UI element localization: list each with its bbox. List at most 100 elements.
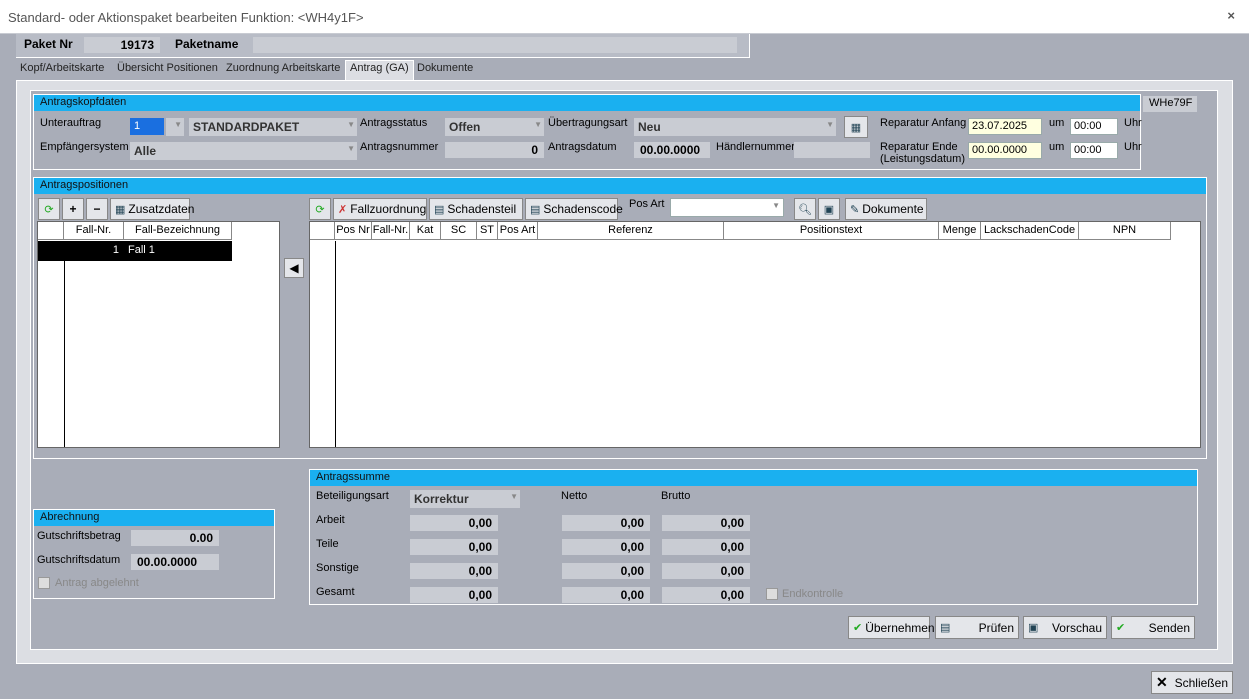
col-pos-nr[interactable]: Pos Nr [335,222,372,240]
arrow-left-icon: ◀ [289,261,299,275]
refresh-positions-button[interactable]: ⟳ [309,198,331,220]
reparatur-ende-input[interactable]: 00.00.0000 [968,142,1042,159]
arbeit-value: 0,00 [410,515,498,531]
antragssumme-title: Antragssumme [310,470,1197,486]
sonstige-label: Sonstige [316,562,359,574]
haendler-value [794,142,870,158]
fall-nr-cell: 1 [112,244,119,256]
reparatur-anfang-label: Reparatur Anfang [880,117,967,129]
col-fall-nr[interactable]: Fall-Nr. [372,222,410,240]
senden-button[interactable]: ✔ Senden [1111,616,1195,639]
paket-nr-label: Paket Nr [24,37,73,51]
reparatur-anfang-input[interactable]: 23.07.2025 [968,118,1042,135]
col-lackschadencode[interactable]: LackschadenCode [981,222,1079,240]
dokumente-button[interactable]: ✎ Dokumente [845,198,927,220]
sonstige-brutto: 0,00 [662,563,750,579]
row-selector[interactable] [38,241,64,261]
beteiligungsart-select[interactable]: Korrektur ▼ [410,490,520,508]
abrechnung-section: Abrechnung Gutschriftsbetrag 0.00 Gutsch… [33,509,275,599]
image-button[interactable]: ▣ [818,198,840,220]
plus-icon: + [69,202,77,216]
antragsnummer-value: 0 [445,142,544,158]
fallzuordnung-button[interactable]: ✗ Fallzuordnung [333,198,427,220]
add-button[interactable]: + [62,198,84,220]
schadenscode-button[interactable]: ▤ Schadenscode [525,198,623,220]
antragskopf-title: Antragskopfdaten [34,95,1140,111]
antragsstatus-label: Antragsstatus [360,117,428,129]
send-icon: ✔ [1116,622,1126,634]
search-button[interactable]: 🔍︎ [794,198,816,220]
table-row[interactable]: 1 Fall 1 [64,241,232,261]
close-icon[interactable]: × [1227,8,1235,23]
chevron-down-icon: ▼ [826,120,834,129]
anfang-time-input[interactable]: 00:00 [1070,118,1118,135]
grid-row-header [38,222,64,240]
abrechnung-title: Abrechnung [34,510,274,526]
grid-icon-button[interactable]: ▦ [844,116,868,138]
col-kat[interactable]: Kat [410,222,441,240]
antrag-abgelehnt-checkbox[interactable] [38,577,50,589]
refresh-button[interactable]: ⟳ [38,198,60,220]
chevron-down-icon: ▼ [347,120,355,129]
col-npn[interactable]: NPN [1079,222,1171,240]
um-label: um [1049,117,1065,129]
antragsstatus-select[interactable]: Offen ▼ [445,118,544,136]
antragsdatum-value: 00.00.0000 [634,142,710,158]
tab-zuordnung[interactable]: Zuordnung Arbeitskarte [226,62,340,74]
close-icon: ✕ [1156,674,1168,690]
vorschau-button[interactable]: ▣ Vorschau [1023,616,1107,639]
arbeit-label: Arbeit [316,514,345,526]
arbeit-netto: 0,00 [562,515,650,531]
col-pos-art[interactable]: Pos Art [498,222,538,240]
check-icon: ✔ [853,622,863,634]
assign-icon: ✗ [338,203,348,216]
tab-dokumente[interactable]: Dokumente [417,62,473,74]
sonstige-value: 0,00 [410,563,498,579]
uebertragungsart-select[interactable]: Neu ▼ [634,118,836,136]
gesamt-label: Gesamt [316,586,355,598]
table-icon: ▦ [115,203,126,216]
tab-antrag[interactable]: Antrag (GA) [345,60,414,80]
move-left-button[interactable]: ◀ [284,258,304,278]
code-label: WHe79F [1143,96,1197,112]
grid-row-header [310,222,335,240]
schadensteil-button[interactable]: ▤ Schadensteil [429,198,523,220]
uhr-label: Uhr [1124,141,1142,153]
ende-time-input[interactable]: 00:00 [1070,142,1118,159]
pos-art-select[interactable]: ▼ [670,198,784,217]
fall-grid[interactable]: Fall-Nr. Fall-Bezeichnung 1 Fall 1 [37,221,280,448]
tab-uebersicht[interactable]: Übersicht Positionen [117,62,218,74]
schliessen-button[interactable]: ✕ Schließen [1151,671,1233,694]
empfaenger-select[interactable]: Alle ▼ [130,142,357,160]
paket-select[interactable]: STANDARDPAKET ▼ [189,118,357,136]
antragssumme-section: Antragssumme Beteiligungsart Korrektur ▼ … [309,469,1198,605]
gesamt-value: 0,00 [410,587,498,603]
paketname-value [253,37,737,53]
remove-button[interactable]: − [86,198,108,220]
col-fall-nr[interactable]: Fall-Nr. [64,222,124,240]
part-icon: ▤ [434,203,445,216]
brutto-label: Brutto [661,490,691,502]
col-st[interactable]: ST [477,222,498,240]
zusatzdaten-button[interactable]: ▦ Zusatzdaten [110,198,194,220]
col-positionstext[interactable]: Positionstext [724,222,939,240]
title-bar: Standard- oder Aktionspaket bearbeiten F… [0,0,1249,34]
chevron-down-icon[interactable]: ▼ [174,120,182,129]
antragskopf-section: Antragskopfdaten Unterauftrag 1 ▼ STANDA… [33,94,1142,170]
positions-grid[interactable]: Pos Nr Fall-Nr. Kat SC ST Pos Art Refere… [309,221,1201,448]
positionen-section: Antragspositionen ⟳ + − ▦ Zusatzdaten Fal… [33,177,1207,459]
gesamt-brutto: 0,00 [662,587,750,603]
col-fall-bezeichnung[interactable]: Fall-Bezeichnung [124,222,232,240]
uebernehmen-button[interactable]: ✔ Übernehmen [848,616,935,639]
col-sc[interactable]: SC [441,222,477,240]
paketname-label: Paketname [175,37,239,51]
tab-kopf[interactable]: Kopf/Arbeitskarte [20,62,104,74]
col-referenz[interactable]: Referenz [538,222,724,240]
pruefen-button[interactable]: ▤ Prüfen [935,616,1019,639]
teile-netto: 0,00 [562,539,650,555]
endkontrolle-checkbox[interactable] [766,588,778,600]
gesamt-netto: 0,00 [562,587,650,603]
col-menge[interactable]: Menge [939,222,981,240]
unterauftrag-select[interactable]: 1 [130,118,164,135]
chevron-down-icon: ▼ [534,120,542,129]
